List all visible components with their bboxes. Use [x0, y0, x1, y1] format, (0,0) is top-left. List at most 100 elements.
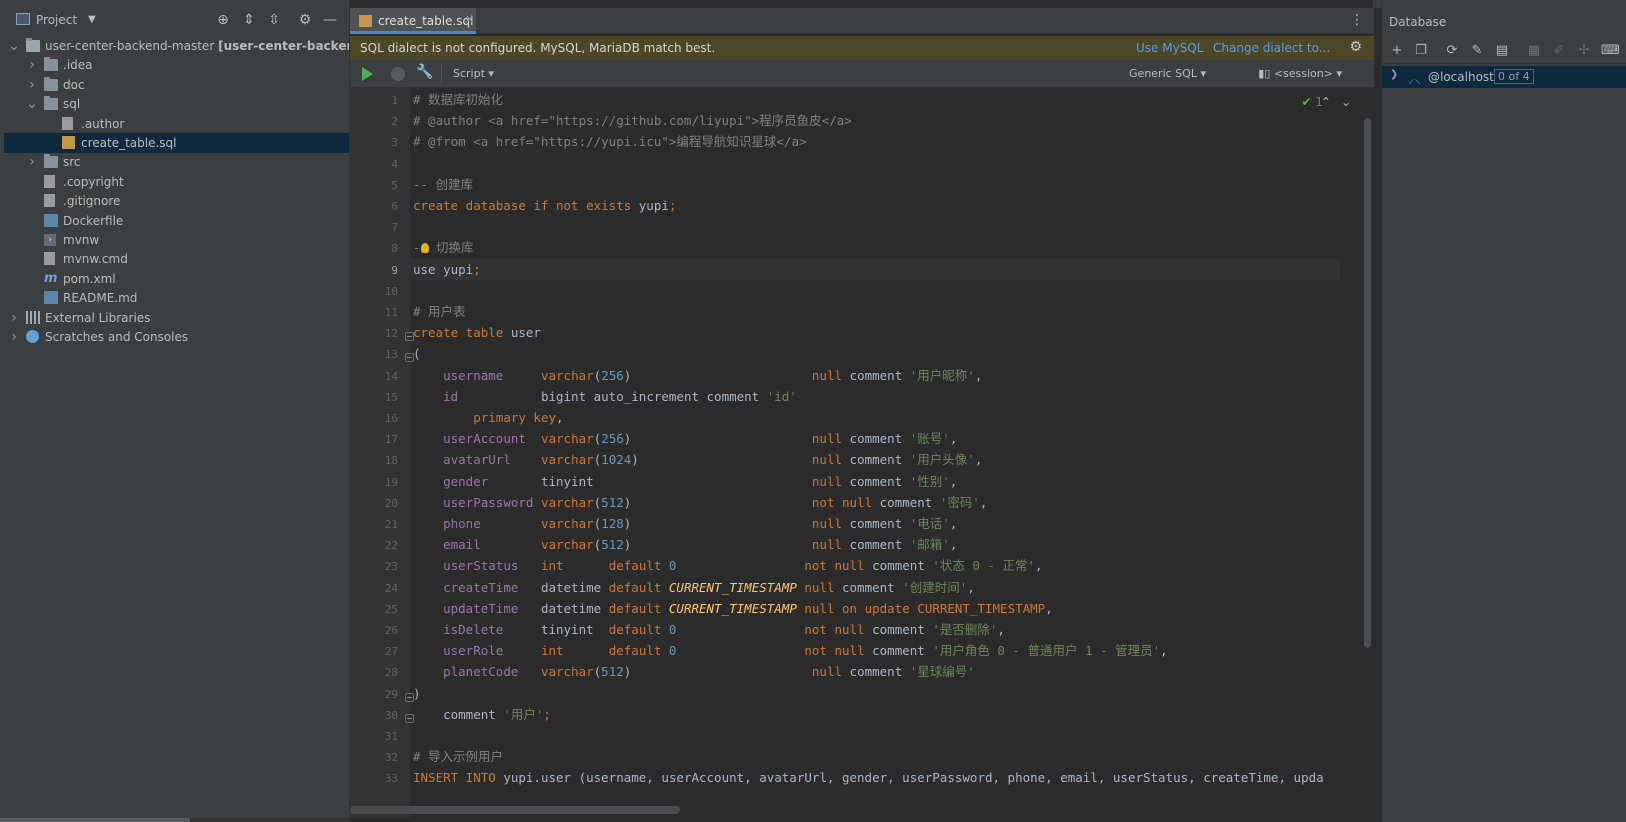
- line-number[interactable]: 3: [350, 136, 398, 149]
- line-number[interactable]: 14: [350, 370, 398, 383]
- line-number[interactable]: 28: [350, 666, 398, 679]
- tree-item[interactable]: .gitignore: [4, 191, 349, 211]
- code-line[interactable]: # @author <a href="https://github.com/li…: [410, 110, 1340, 131]
- tree-item[interactable]: › Scratches and Consoles: [4, 327, 349, 347]
- code-line[interactable]: email varchar(512) null comment '邮箱',: [410, 534, 1340, 555]
- line-number[interactable]: 5: [350, 179, 398, 192]
- code-editor[interactable]: # 数据库初始化 # @author <a href="https://githu…: [410, 88, 1340, 818]
- line-number[interactable]: 16: [350, 412, 398, 425]
- chevron-up-icon[interactable]: ⌃: [1321, 95, 1341, 109]
- locate-icon[interactable]: ⊕: [214, 11, 232, 29]
- expand-all-icon[interactable]: ⇕: [240, 11, 258, 29]
- refresh-icon[interactable]: ⟳: [1443, 42, 1461, 60]
- code-line[interactable]: primary key,: [410, 407, 1340, 428]
- inspection-widget[interactable]: ✔ 1: [1301, 95, 1323, 109]
- chevron-right-icon[interactable]: ❯: [1390, 69, 1398, 80]
- line-number[interactable]: 6: [350, 200, 398, 213]
- tree-item[interactable]: › .idea: [4, 55, 349, 75]
- inspection-nav[interactable]: ⌃⌄: [1321, 95, 1361, 109]
- gear-icon[interactable]: ⚙: [1349, 39, 1362, 55]
- chevron-right-icon[interactable]: ›: [26, 152, 38, 172]
- hide-panel-icon[interactable]: —: [321, 11, 339, 29]
- line-number[interactable]: 33: [350, 772, 398, 785]
- stop-icon[interactable]: [391, 67, 405, 81]
- chevron-right-icon[interactable]: ›: [26, 75, 38, 95]
- code-line[interactable]: planetCode varchar(512) null comment '星球…: [410, 661, 1340, 682]
- code-line[interactable]: -- 创建库: [410, 174, 1340, 195]
- tree-item[interactable]: mvnw.cmd: [4, 249, 349, 269]
- tree-item[interactable]: › doc: [4, 75, 349, 95]
- tree-item[interactable]: › src: [4, 152, 349, 172]
- code-line[interactable]: create table user: [410, 322, 1340, 343]
- code-line[interactable]: userStatus int default 0 not null commen…: [410, 555, 1340, 576]
- line-number[interactable]: 29: [350, 688, 398, 701]
- line-number[interactable]: 17: [350, 433, 398, 446]
- code-line[interactable]: gender tinyint null comment '性别',: [410, 471, 1340, 492]
- scrollbar-thumb[interactable]: [0, 818, 190, 822]
- more-vertical-icon[interactable]: ⋮: [1350, 12, 1364, 28]
- code-line[interactable]: # 用户表: [410, 301, 1340, 322]
- schema-edit-icon[interactable]: ✎: [1468, 42, 1486, 60]
- gear-icon[interactable]: ⚙: [296, 11, 314, 29]
- code-line[interactable]: # 数据库初始化: [410, 89, 1340, 110]
- code-line[interactable]: [410, 153, 1340, 174]
- close-icon[interactable]: ✕: [465, 13, 474, 26]
- tree-item[interactable]: .author: [4, 114, 349, 134]
- tree-item[interactable]: README.md: [4, 288, 349, 308]
- code-line[interactable]: phone varchar(128) null comment '电话',: [410, 513, 1340, 534]
- line-number[interactable]: 12: [350, 327, 398, 340]
- run-icon[interactable]: [362, 67, 373, 81]
- line-number[interactable]: 24: [350, 582, 398, 595]
- code-line[interactable]: isDelete tinyint default 0 not null comm…: [410, 619, 1340, 640]
- code-line[interactable]: [410, 280, 1340, 301]
- tree-item[interactable]: .copyright: [4, 172, 349, 192]
- code-line[interactable]: createTime datetime default CURRENT_TIME…: [410, 577, 1340, 598]
- table-icon[interactable]: ▦: [1525, 42, 1543, 60]
- chevron-down-icon[interactable]: ⌄: [1341, 95, 1361, 109]
- line-number[interactable]: 2: [350, 115, 398, 128]
- code-line[interactable]: userRole int default 0 not null comment …: [410, 640, 1340, 661]
- code-line[interactable]: username varchar(256) null comment '用户昵称…: [410, 365, 1340, 386]
- tree-item[interactable]: ⌄ sql: [4, 94, 349, 114]
- code-line[interactable]: INSERT INTO yupi.user (username, userAcc…: [410, 767, 1340, 788]
- chevron-down-icon[interactable]: ⌄: [26, 94, 38, 114]
- chevron-right-icon[interactable]: ›: [8, 327, 20, 347]
- tab-create-table-sql[interactable]: create_table.sql ✕: [350, 8, 476, 34]
- code-line[interactable]: # 导入示例用户: [410, 746, 1340, 767]
- line-number[interactable]: 19: [350, 476, 398, 489]
- line-number[interactable]: 25: [350, 603, 398, 616]
- code-line[interactable]: id bigint auto_increment comment 'id': [410, 386, 1340, 407]
- line-number[interactable]: 26: [350, 624, 398, 637]
- script-dropdown[interactable]: Script ▾: [453, 67, 494, 80]
- edit-icon[interactable]: ✐: [1550, 42, 1568, 60]
- code-line[interactable]: [410, 725, 1340, 746]
- tree-item[interactable]: › External Libraries: [4, 308, 349, 328]
- line-number[interactable]: 4: [350, 158, 398, 171]
- line-number[interactable]: 13: [350, 348, 398, 361]
- line-number[interactable]: 23: [350, 560, 398, 573]
- code-line[interactable]: - 切换库: [410, 237, 1340, 258]
- wrench-icon[interactable]: 🔧: [416, 64, 433, 80]
- code-line[interactable]: (: [410, 343, 1340, 364]
- pin-icon[interactable]: ✢: [1575, 42, 1593, 60]
- line-number[interactable]: 18: [350, 454, 398, 467]
- code-line[interactable]: updateTime datetime default CURRENT_TIME…: [410, 598, 1340, 619]
- code-line[interactable]: use yupi;: [410, 258, 1340, 280]
- tree-item[interactable]: create_table.sql: [4, 133, 349, 153]
- session-dropdown[interactable]: ▮▯ <session> ▾: [1258, 67, 1342, 80]
- project-title[interactable]: Project: [36, 13, 77, 27]
- horizontal-scrollbar[interactable]: [350, 806, 680, 814]
- line-number[interactable]: 10: [350, 285, 398, 298]
- tree-item[interactable]: Dockerfile: [4, 211, 349, 231]
- schema-count-badge[interactable]: 0 of 4: [1494, 69, 1534, 84]
- line-number[interactable]: 30: [350, 709, 398, 722]
- line-number[interactable]: 21: [350, 518, 398, 531]
- console-icon[interactable]: ⌨: [1601, 42, 1620, 60]
- project-scrollbar[interactable]: [0, 818, 349, 822]
- chevron-down-icon[interactable]: ⌄: [8, 36, 20, 56]
- tree-item[interactable]: m pom.xml: [4, 269, 349, 289]
- chevron-right-icon[interactable]: ›: [26, 55, 38, 75]
- line-number[interactable]: 1: [350, 94, 398, 107]
- code-line[interactable]: avatarUrl varchar(1024) null comment '用户…: [410, 449, 1340, 470]
- line-number[interactable]: 9: [350, 264, 398, 277]
